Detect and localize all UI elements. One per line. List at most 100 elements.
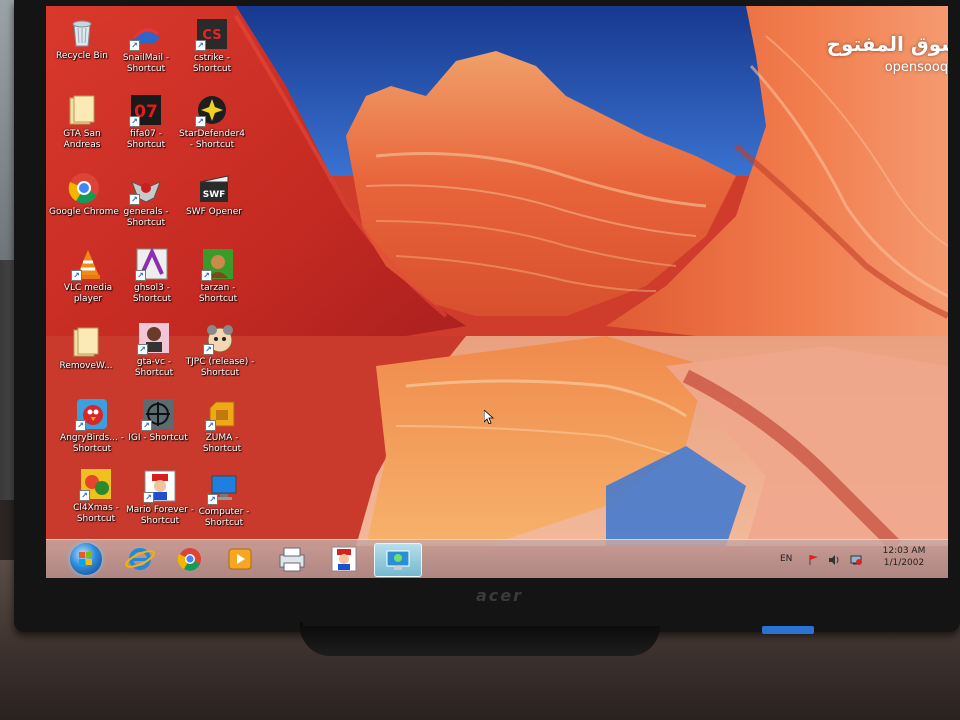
desktop-icon-fifa07[interactable]: 07 ↗ fifa07 - Shortcut [110, 94, 182, 151]
shortcut-arrow-icon: ↗ [71, 270, 82, 281]
desktop-icon-tjpc[interactable]: ↗ TJPC (release) - Shortcut [184, 322, 256, 379]
shortcut-arrow-icon: ↗ [195, 116, 206, 127]
desktop-icon-label: Computer - Shortcut [198, 507, 250, 528]
monitor-stand [300, 626, 660, 656]
stardefender-icon: ↗ [195, 94, 228, 127]
snailmail-icon: ↗ [129, 18, 162, 51]
taskbar-media-player[interactable] [220, 543, 260, 575]
clock-date[interactable]: 1/1/2002 [878, 558, 930, 569]
action-center-flag-icon[interactable] [808, 554, 820, 566]
shortcut-arrow-icon: ↗ [129, 194, 140, 205]
desktop-icon-mario-forever[interactable]: ↗ Mario Forever - Shortcut [124, 470, 196, 527]
taskbar-printer[interactable] [272, 543, 312, 575]
desktop-icon-swf-opener[interactable]: SWF SWF Opener [178, 172, 250, 218]
desktop-icon-stardefender4[interactable]: ↗ StarDefender4 - Shortcut [176, 94, 248, 151]
desktop-icon-gta-san-andreas[interactable]: GTA San Andreas [46, 94, 118, 151]
desktop-icon-label: ZUMA - Shortcut [202, 433, 242, 454]
desktop-icon-label: SWF Opener [186, 207, 242, 217]
counter-strike-icon: CS ↗ [195, 18, 228, 51]
shortcut-arrow-icon: ↗ [201, 270, 212, 281]
swf-opener-icon: SWF [198, 172, 230, 204]
taskbar-remote-desktop[interactable] [374, 543, 422, 577]
tarzan-icon: ↗ [201, 248, 234, 281]
desktop-icon-ghsol3[interactable]: ↗ ghsol3 - Shortcut [116, 247, 188, 305]
shortcut-arrow-icon: ↗ [79, 490, 90, 501]
desktop-icon-label: generals - Shortcut [123, 207, 169, 228]
igi-icon: ↗ [141, 398, 174, 431]
desktop-icon-vlc[interactable]: ↗ VLC media player [52, 248, 124, 305]
shortcut-arrow-icon: ↗ [203, 344, 214, 355]
desktop-icon-label: IGI - Shortcut [128, 433, 188, 443]
gta-vc-icon: ↗ [137, 322, 170, 355]
desktop-icon-zuma[interactable]: ↗ ZUMA - Shortcut [186, 398, 258, 455]
desktop-icon-label: cstrike - Shortcut [192, 53, 232, 74]
taskbar-google-chrome[interactable] [170, 543, 210, 575]
mouse-cursor-icon [484, 410, 494, 424]
opensooq-watermark-arabic: السوق المفتوح [826, 32, 948, 56]
angry-birds-icon: ↗ [75, 398, 108, 431]
start-button[interactable] [70, 543, 102, 575]
opensooq-watermark-url: opensooq.com [884, 60, 948, 75]
shortcut-arrow-icon: ↗ [205, 420, 216, 431]
desktop-icon-label: GTA San Andreas [63, 129, 101, 150]
desktop-icon-tarzan[interactable]: ↗ tarzan - Shortcut [182, 248, 254, 305]
desktop-icon-snailmail[interactable]: ↗ SnailMail - Shortcut [110, 18, 182, 75]
desktop-icon-computer[interactable]: ↗ Computer - Shortcut [188, 472, 260, 529]
taskbar-internet-explorer[interactable] [120, 543, 160, 575]
shortcut-arrow-icon: ↗ [129, 40, 140, 51]
monitor-brand-logo: acer [476, 586, 524, 605]
folder-icon [66, 94, 98, 126]
desktop-screen: السوق المفتوح opensooq.com Recycle Bin G… [46, 6, 948, 578]
network-icon[interactable] [850, 554, 862, 566]
desktop-icon-cl4xmas[interactable]: ↗ Cl4Xmas - Shortcut [60, 468, 132, 525]
desktop-icon-cstrike[interactable]: CS ↗ cstrike - Shortcut [176, 18, 248, 75]
volume-icon[interactable] [828, 554, 840, 566]
shortcut-arrow-icon: ↗ [135, 270, 146, 281]
fifa07-icon: 07 ↗ [129, 94, 162, 127]
clock-time[interactable]: 12:03 AM [878, 546, 930, 557]
desktop-icon-igi[interactable]: ↗ IGI - Shortcut [122, 398, 194, 444]
printer-icon [279, 547, 305, 572]
computer-icon: ↗ [207, 472, 240, 505]
ghsol3-icon: ↗ [135, 247, 168, 281]
tjpc-icon: ↗ [203, 322, 236, 355]
desktop-icon-label: VLC media player [63, 283, 113, 304]
desktop-icon-label: AngryBirds... - Shortcut [60, 433, 124, 454]
desktop-icon-label: Mario Forever - Shortcut [126, 505, 194, 526]
windows-logo-icon [79, 552, 92, 565]
desktop-icon-label: Cl4Xmas - Shortcut [73, 503, 119, 524]
chrome-icon [177, 548, 201, 571]
generals-icon: ↗ [129, 172, 162, 205]
taskbar: EN 12:03 AM 1/1/2002 [46, 539, 948, 578]
taskbar-mario-forever[interactable] [324, 543, 364, 575]
shortcut-arrow-icon: ↗ [195, 40, 206, 51]
shortcut-arrow-icon: ↗ [207, 494, 218, 505]
desktop-icon-label: Recycle Bin [56, 51, 108, 61]
desktop-icon-label: fifa07 - Shortcut [126, 129, 166, 150]
mario-forever-icon: ↗ [143, 470, 176, 503]
media-player-icon [228, 548, 252, 570]
shortcut-arrow-icon: ↗ [137, 344, 148, 355]
chrome-icon [68, 172, 100, 204]
desktop-icon-label: StarDefender4 - Shortcut [178, 129, 245, 150]
mario-forever-icon [331, 546, 357, 572]
desktop-icon-gta-vc[interactable]: ↗ gta-vc - Shortcut [118, 322, 190, 379]
desktop-icon-recycle-bin[interactable]: Recycle Bin [46, 16, 118, 62]
shortcut-arrow-icon: ↗ [129, 116, 140, 127]
desktop-icon-angry-birds[interactable]: ↗ AngryBirds... - Shortcut [56, 398, 128, 455]
shortcut-arrow-icon: ↗ [75, 420, 86, 431]
svg-text:SWF: SWF [203, 190, 226, 200]
internet-explorer-icon [125, 548, 155, 570]
recycle-bin-icon [66, 16, 98, 48]
remote-desktop-icon [386, 550, 410, 570]
power-indicator [762, 626, 814, 634]
desktop-icon-label: gta-vc - Shortcut [134, 357, 174, 378]
desktop-icon-generals[interactable]: ↗ generals - Shortcut [110, 172, 182, 229]
desktop-icon-label: tarzan - Shortcut [198, 283, 238, 304]
desktop-icon-label: SnailMail - Shortcut [122, 53, 170, 74]
desktop-icon-removew[interactable]: RemoveW... [50, 326, 122, 372]
shortcut-arrow-icon: ↗ [143, 492, 154, 503]
language-indicator[interactable]: EN [780, 554, 792, 565]
cl4xmas-icon: ↗ [79, 468, 112, 501]
shortcut-arrow-icon: ↗ [141, 420, 152, 431]
